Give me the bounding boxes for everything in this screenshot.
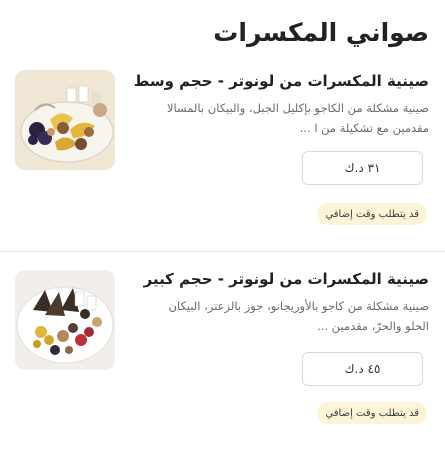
nut-trays-page: صواني المكسرات صينية المكسرات من لونوتر … <box>0 0 445 451</box>
price-button[interactable]: ٤٥ د.ك <box>302 352 423 386</box>
section-title: صواني المكسرات <box>213 18 429 47</box>
price-button[interactable]: ٣١ د.ك <box>302 151 423 185</box>
nut-tray-medium-image <box>15 70 115 170</box>
item-title: صينية المكسرات من لونوتر - حجم كبير <box>143 270 429 288</box>
product-card-large[interactable]: صينية المكسرات من لونوتر - حجم كبير صيني… <box>0 262 445 452</box>
divider <box>0 251 445 252</box>
product-image-large[interactable] <box>15 270 115 370</box>
product-card-medium[interactable]: صينية المكسرات من لونوتر - حجم وسط صينية… <box>0 62 445 252</box>
item-description: صينية مشكلة من الكاجو بإكليل الجبل، والب… <box>166 101 429 135</box>
extra-time-badge: قد يتطلب وقت إضافي <box>317 203 427 225</box>
nut-tray-large-image <box>15 270 115 370</box>
extra-time-badge: قد يتطلب وقت إضافي <box>317 402 427 424</box>
item-title: صينية المكسرات من لونوتر - حجم وسط <box>133 72 429 90</box>
product-image-medium[interactable] <box>15 70 115 170</box>
item-description: صينية مشكلة من كاجو بالأوريجانو، جوز بال… <box>168 299 429 333</box>
